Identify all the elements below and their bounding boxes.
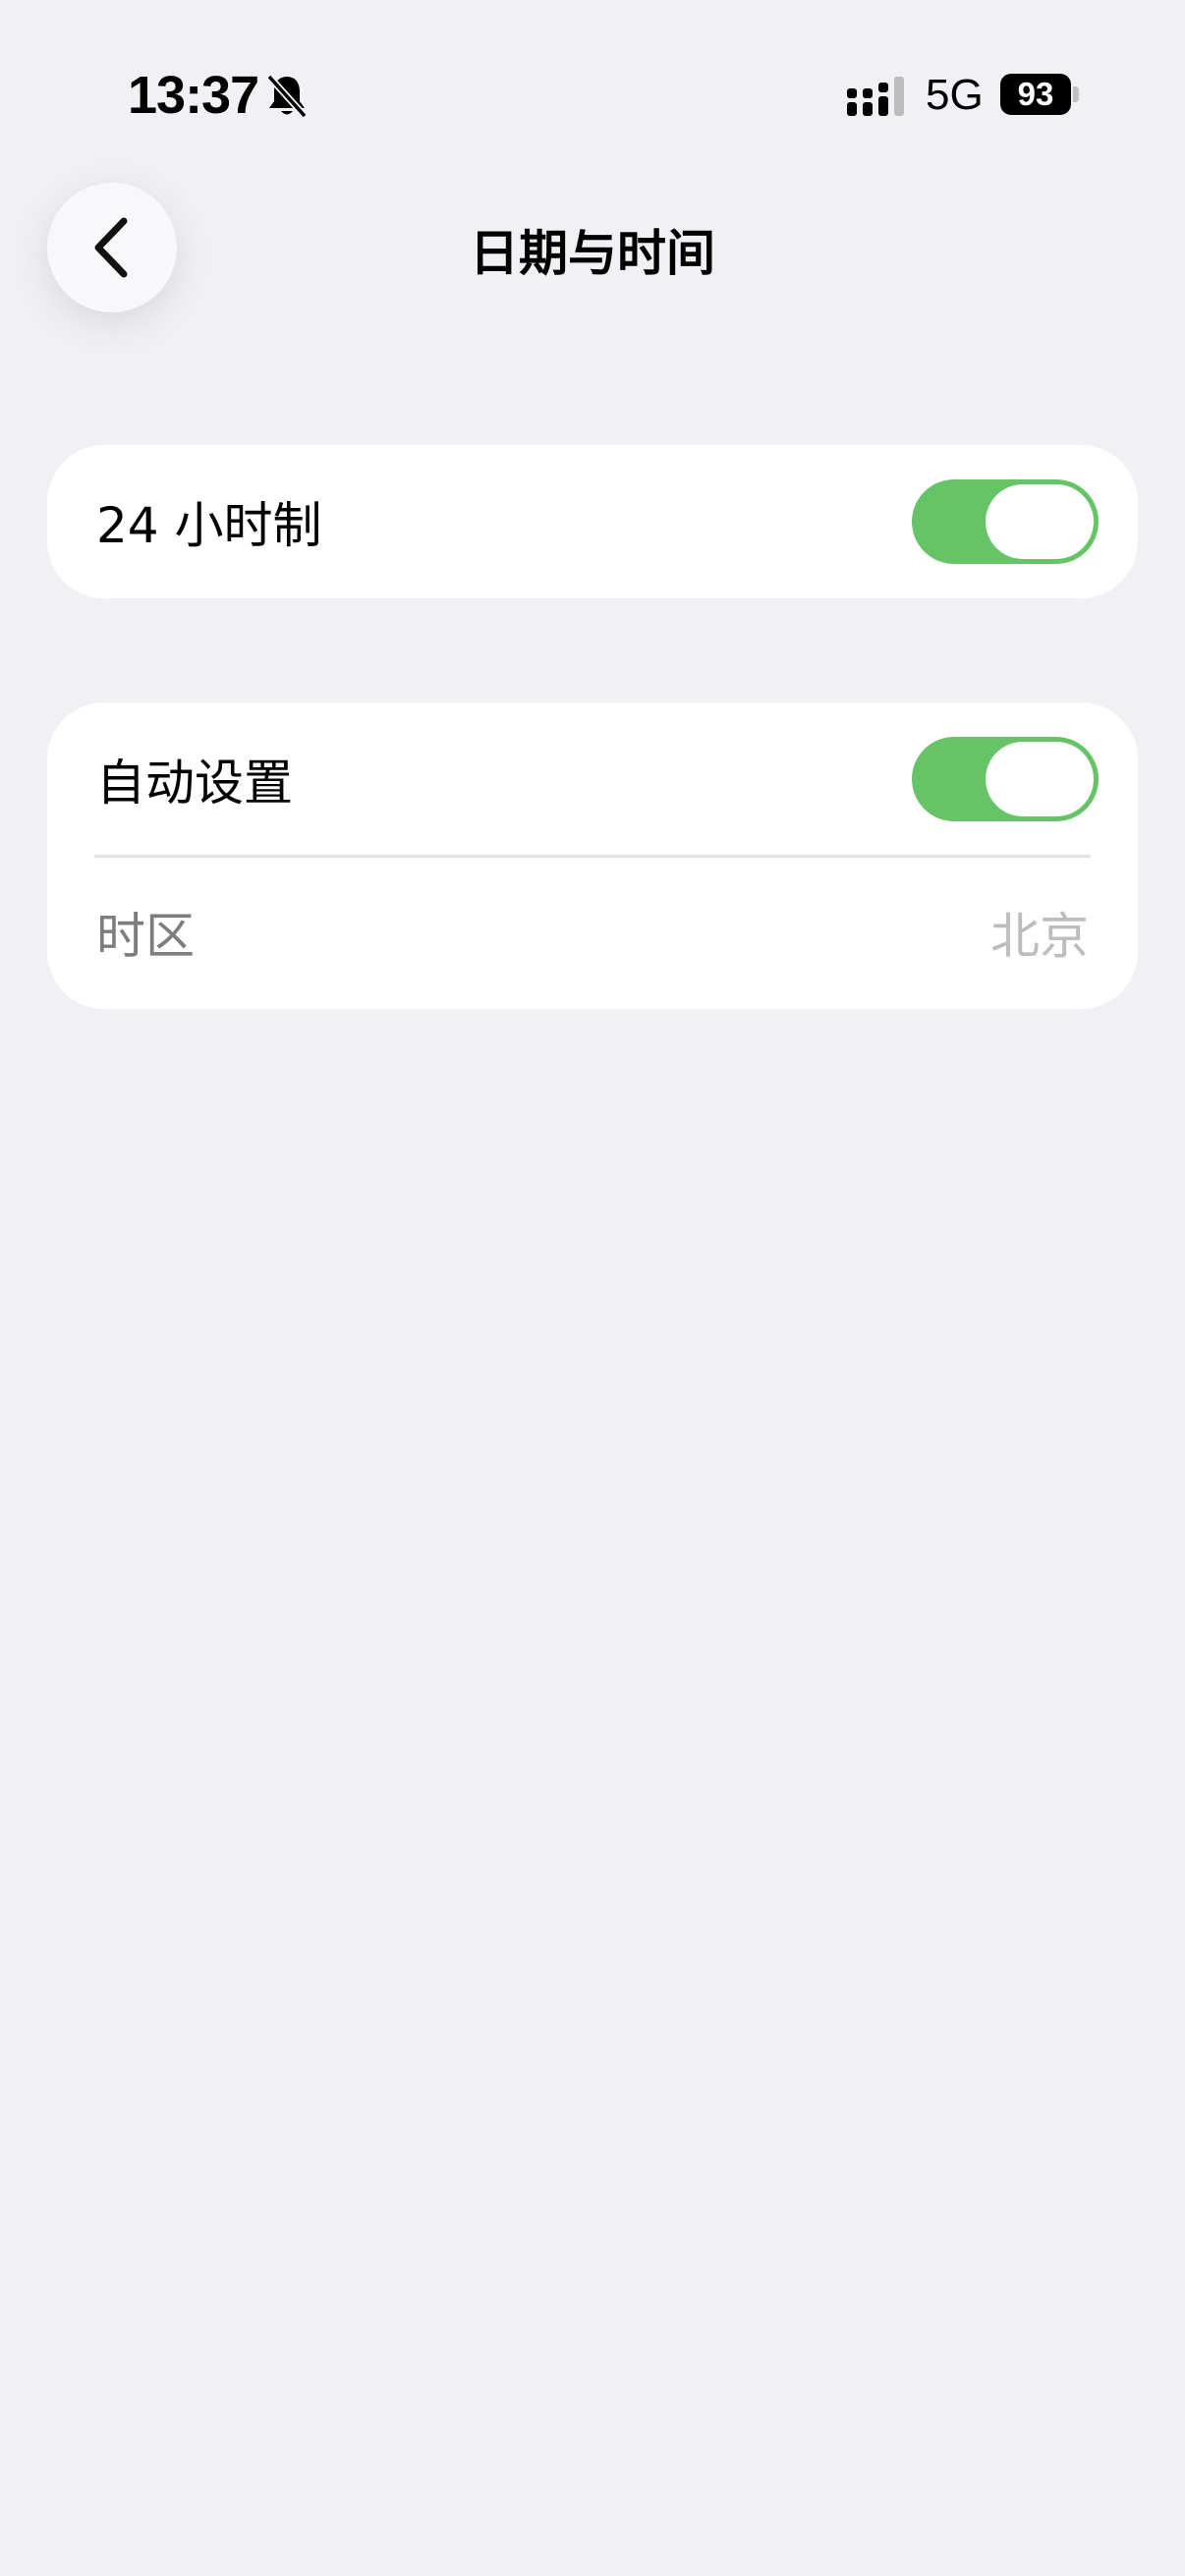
- auto-set-toggle[interactable]: [912, 737, 1099, 821]
- timezone-label: 时区: [96, 908, 195, 965]
- auto-set-card: 自动设置 时区 北京: [47, 702, 1138, 1009]
- status-bar: 13:37 5G 93: [0, 0, 1185, 187]
- network-type: 5G: [926, 71, 984, 119]
- time-format-card: 24 小时制: [47, 445, 1138, 598]
- bell-slash-icon: [266, 74, 308, 119]
- toggle-knob: [986, 742, 1094, 816]
- hour24-row: 24 小时制: [47, 445, 1138, 598]
- page-title: 日期与时间: [470, 225, 715, 282]
- timezone-row[interactable]: 时区 北京: [47, 856, 1138, 1009]
- battery-indicator: 93: [1000, 74, 1071, 115]
- auto-set-label: 自动设置: [96, 755, 293, 812]
- hour24-label: 24 小时制: [96, 497, 322, 554]
- auto-set-row: 自动设置: [47, 702, 1138, 856]
- toggle-knob: [986, 484, 1094, 559]
- battery-tip: [1073, 86, 1079, 102]
- status-time: 13:37: [128, 66, 259, 125]
- timezone-value: 北京: [990, 908, 1089, 965]
- cellular-signal-icon: [847, 77, 904, 116]
- hour24-toggle[interactable]: [912, 479, 1099, 564]
